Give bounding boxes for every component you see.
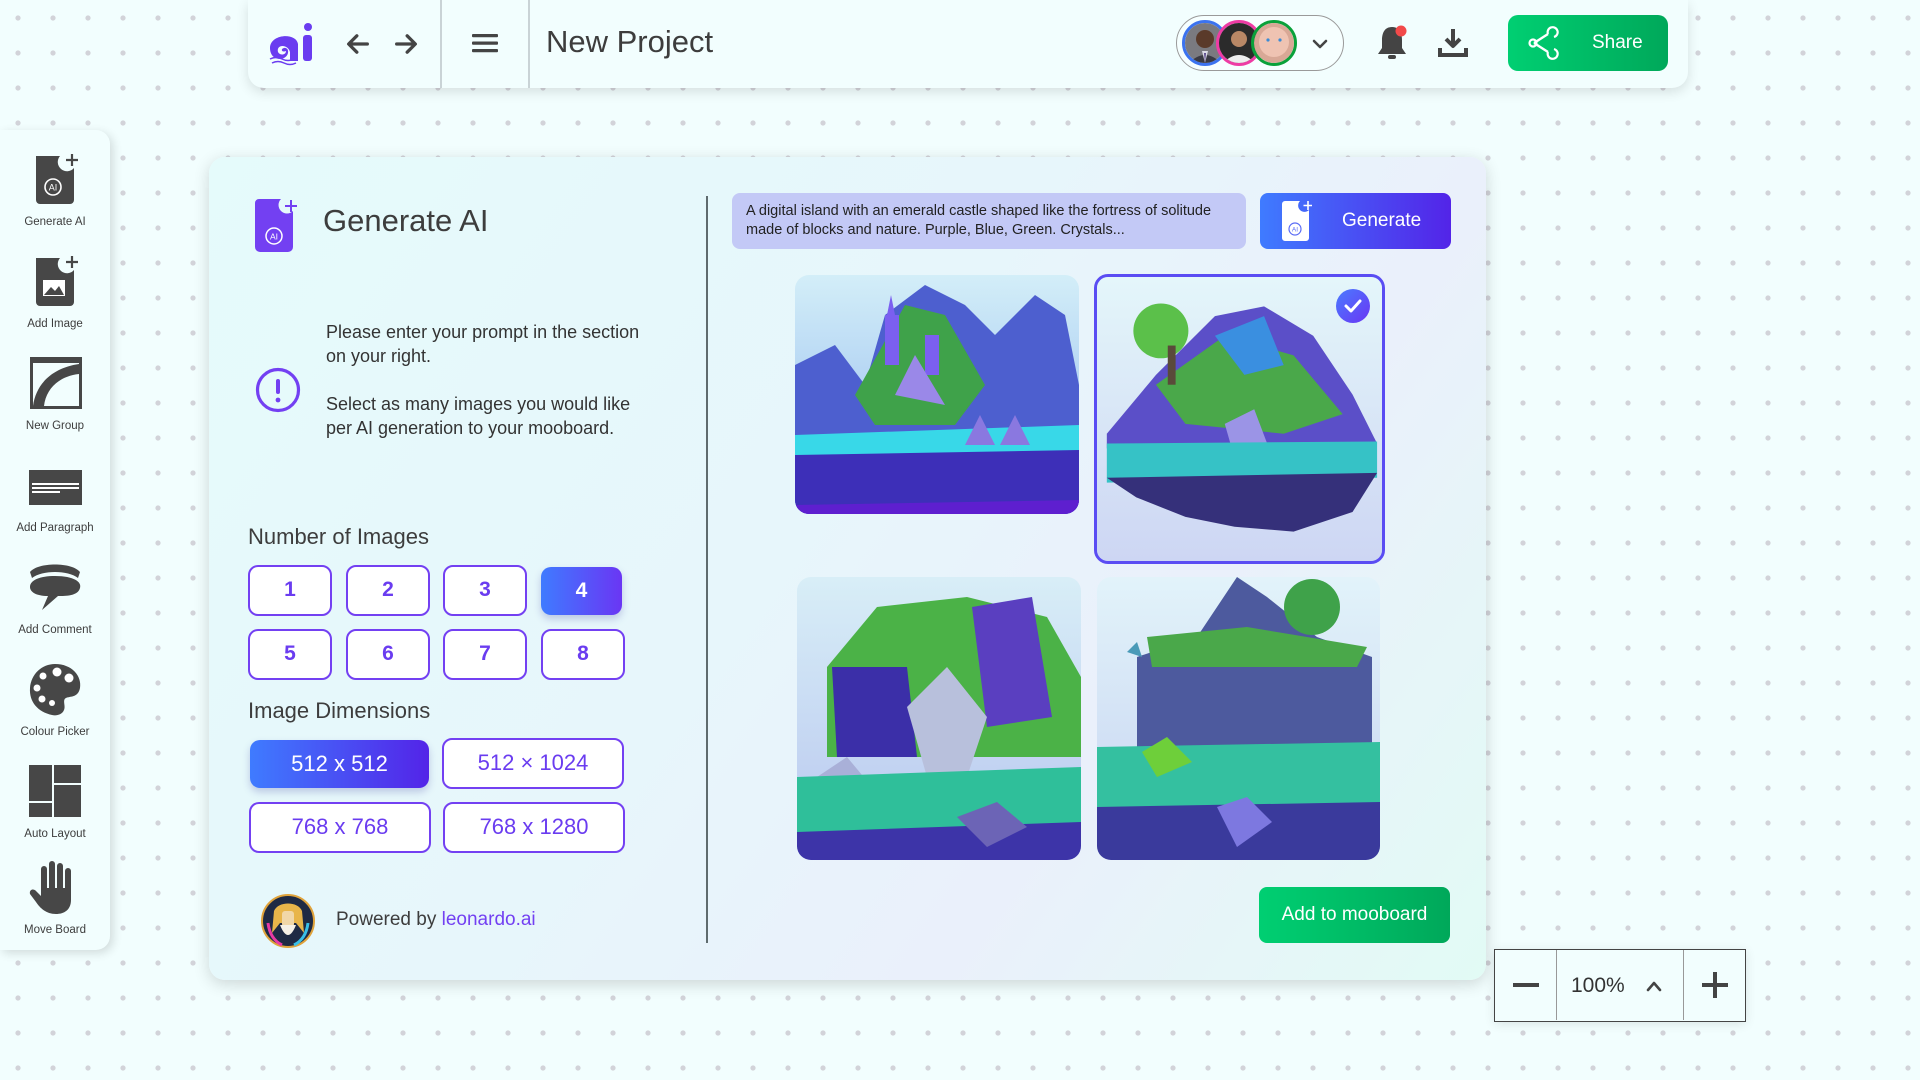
num-images-option-8[interactable]: 8 [541, 629, 625, 680]
plus-icon [1702, 972, 1728, 998]
panel-divider [706, 196, 708, 943]
project-title[interactable]: New Project [546, 24, 713, 60]
sidebar-item-label: Add Comment [18, 624, 92, 636]
layout-icon [29, 765, 81, 817]
info-alert-icon [255, 367, 301, 413]
generate-ai-icon: AI [255, 199, 297, 252]
island-castle-image [795, 275, 1079, 514]
svg-text:AI: AI [270, 232, 278, 242]
dimension-option-768x768[interactable]: 768 x 768 [249, 802, 431, 853]
island-boulders-image [797, 577, 1081, 860]
generate-button[interactable]: AI Generate [1260, 193, 1451, 249]
instruction-line: Select as many images you would like per… [326, 394, 631, 438]
generate-ai-icon: AI [36, 154, 78, 204]
prompt-input[interactable]: A digital island with an emerald castle … [732, 193, 1246, 249]
sidebar-item-label: Generate AI [24, 216, 86, 228]
sidebar-item-add-image[interactable]: Add Image [0, 252, 110, 348]
island-cliffs-image [1097, 577, 1380, 860]
chevron-down-icon[interactable] [1311, 35, 1329, 53]
share-icon [1528, 26, 1559, 60]
sidebar-item-label: New Group [25, 420, 85, 432]
instruction-line: Please enter your prompt in the section … [326, 322, 640, 366]
sidebar-item-generate-ai[interactable]: AI Generate AI [0, 150, 110, 246]
num-images-option-2[interactable]: 2 [346, 565, 430, 616]
sidebar-item-label: Add Paragraph [16, 522, 94, 534]
sidebar-item-move-board[interactable]: Move Board [0, 858, 110, 954]
num-images-option-6[interactable]: 6 [346, 629, 430, 680]
leonardo-logo [261, 894, 315, 948]
generate-ai-panel: AI Generate AI Please enter your prompt … [209, 157, 1486, 980]
panel-title: Generate AI [323, 203, 489, 238]
generated-image-2[interactable] [1094, 274, 1385, 564]
tool-sidebar: AI Generate AI Add Image New Group Add P… [0, 130, 110, 950]
download-icon[interactable] [1436, 26, 1470, 60]
sidebar-item-label: Move Board [23, 924, 86, 936]
generate-label: Generate [1342, 210, 1422, 231]
sidebar-item-label: Add Image [27, 318, 83, 330]
palette-icon [29, 664, 81, 716]
add-image-icon [36, 256, 78, 306]
image-dimensions-label: Image Dimensions [248, 698, 431, 723]
zoom-out-button[interactable] [1495, 950, 1557, 1020]
sidebar-item-add-paragraph[interactable]: Add Paragraph [0, 456, 110, 552]
top-bar: New Project Share [248, 0, 1688, 88]
hamburger-menu-icon[interactable] [470, 28, 500, 58]
powered-by-text: Powered by leonardo.ai [336, 909, 536, 931]
leonardo-ai-link[interactable]: leonardo.ai [442, 909, 536, 930]
selected-check-badge[interactable] [1336, 289, 1370, 323]
sidebar-item-new-group[interactable]: New Group [0, 354, 110, 450]
app-logo-icon[interactable] [268, 22, 316, 66]
num-images-option-5[interactable]: 5 [248, 629, 332, 680]
notification-bell-icon[interactable] [1374, 24, 1410, 62]
svg-text:AI: AI [49, 183, 58, 193]
minus-icon [1513, 983, 1539, 987]
generate-ai-icon: AI [1282, 201, 1312, 241]
back-arrow-icon[interactable] [344, 30, 372, 58]
number-of-images-label: Number of Images [248, 524, 429, 549]
avatar[interactable] [1251, 20, 1297, 66]
num-images-option-7[interactable]: 7 [443, 629, 527, 680]
zoom-control: 100% [1494, 949, 1746, 1022]
hand-icon [29, 861, 71, 914]
dimension-option-512x1024[interactable]: 512 × 1024 [442, 738, 624, 789]
powered-by-label: Powered by [336, 909, 437, 930]
add-to-mooboard-button[interactable]: Add to mooboard [1259, 887, 1450, 943]
chevron-up-icon[interactable] [1645, 978, 1663, 994]
zoom-level[interactable]: 100% [1571, 974, 1625, 998]
dimension-option-512x512[interactable]: 512 x 512 [250, 740, 429, 788]
num-images-option-4[interactable]: 4 [541, 567, 622, 615]
instructions-text: Please enter your prompt in the section … [326, 320, 646, 440]
forward-arrow-icon[interactable] [392, 30, 420, 58]
sidebar-item-label: Colour Picker [20, 726, 90, 738]
generated-image-3[interactable] [797, 577, 1081, 860]
sidebar-item-colour-picker[interactable]: Colour Picker [0, 660, 110, 756]
notification-dot [1395, 25, 1407, 37]
comment-icon [30, 564, 81, 610]
num-images-option-1[interactable]: 1 [248, 565, 332, 616]
share-label: Share [1592, 32, 1643, 53]
zoom-in-button[interactable] [1683, 950, 1745, 1020]
share-button[interactable]: Share [1508, 15, 1668, 71]
collaborators-dropdown[interactable] [1176, 15, 1344, 71]
svg-text:AI: AI [1292, 227, 1298, 234]
sidebar-item-auto-layout[interactable]: Auto Layout [0, 762, 110, 858]
sidebar-item-add-comment[interactable]: Add Comment [0, 558, 110, 654]
num-images-option-3[interactable]: 3 [443, 565, 527, 616]
toolbar-divider [528, 0, 530, 88]
new-group-icon [30, 357, 82, 409]
dimension-option-768x1280[interactable]: 768 x 1280 [443, 802, 625, 853]
checkmark-icon [1344, 299, 1362, 313]
sidebar-item-label: Auto Layout [24, 828, 86, 840]
toolbar-divider [440, 0, 442, 88]
generated-image-4[interactable] [1097, 577, 1380, 860]
paragraph-icon [29, 470, 82, 505]
generated-image-1[interactable] [795, 275, 1079, 514]
